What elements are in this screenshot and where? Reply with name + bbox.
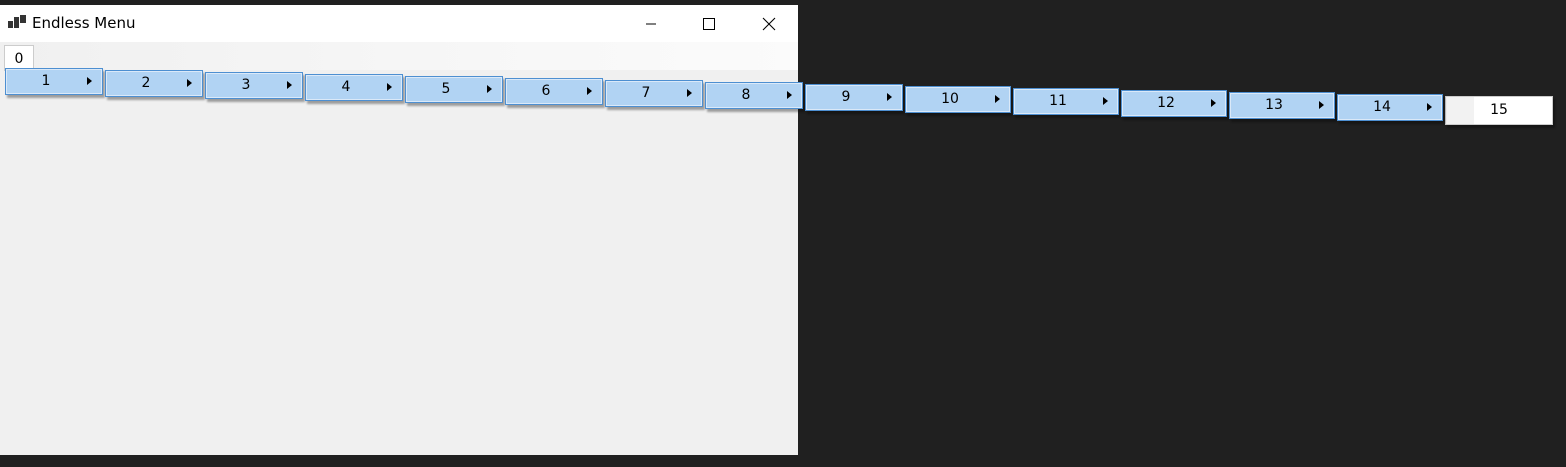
menu-item-label: 11 [1049,93,1067,109]
menu-item-12[interactable]: 12 [1121,90,1227,117]
submenu-arrow-icon [1319,101,1324,109]
menu-item-13[interactable]: 13 [1229,92,1335,119]
menu-item-label: 9 [841,89,851,105]
menu-bar [0,42,798,70]
menu-item-5[interactable]: 5 [405,76,503,103]
menu-item-label: 13 [1265,97,1283,113]
menu-item-4[interactable]: 4 [305,74,403,101]
menu-item-9[interactable]: 9 [805,84,903,111]
menu-item-7[interactable]: 7 [605,80,703,107]
menu-item-6[interactable]: 6 [505,78,603,105]
close-icon [762,17,776,30]
submenu-arrow-icon [1103,97,1108,105]
submenu-arrow-icon [387,83,392,91]
minimize-icon [646,23,656,24]
submenu-arrow-icon [587,87,592,95]
menu-item-label: 14 [1373,99,1391,115]
menu-item-label: 10 [941,91,959,107]
menu-item-14[interactable]: 14 [1337,94,1443,121]
submenu-arrow-icon [687,89,692,97]
menu-item-1[interactable]: 1 [5,68,103,95]
title-bar[interactable]: Endless Menu [0,5,798,42]
menu-item-label: 15 [1490,102,1508,118]
menu-item-label: 7 [641,85,651,101]
menu-item-label: 6 [541,83,551,99]
submenu-arrow-icon [487,85,492,93]
submenu-arrow-icon [287,81,292,89]
submenu-arrow-icon [995,95,1000,103]
menu-item-label: 12 [1157,95,1175,111]
menu-item-label: 4 [341,79,351,95]
menu-item-label: 2 [141,75,151,91]
menu-item-label: 1 [41,73,51,89]
menu-item-label: 3 [241,77,251,93]
maximize-button[interactable] [680,5,738,42]
submenu-arrow-icon [1427,103,1432,111]
menu-item-15[interactable]: 15 [1445,96,1553,125]
submenu-arrow-icon [87,77,92,85]
menu-item-8[interactable]: 8 [705,82,803,109]
app-icon [8,15,26,31]
window-title: Endless Menu [32,14,136,32]
menu-item-label: 5 [441,81,451,97]
minimize-button[interactable] [622,5,680,42]
maximize-icon [703,17,715,30]
menu-item-10[interactable]: 10 [905,86,1011,113]
close-button[interactable] [740,5,798,42]
menu-item-2[interactable]: 2 [105,70,203,97]
submenu-arrow-icon [1211,99,1216,107]
submenu-arrow-icon [787,91,792,99]
submenu-arrow-icon [887,93,892,101]
submenu-arrow-icon [187,79,192,87]
menu-item-11[interactable]: 11 [1013,88,1119,115]
menu-item-label: 8 [741,87,751,103]
menu-item-3[interactable]: 3 [205,72,303,99]
